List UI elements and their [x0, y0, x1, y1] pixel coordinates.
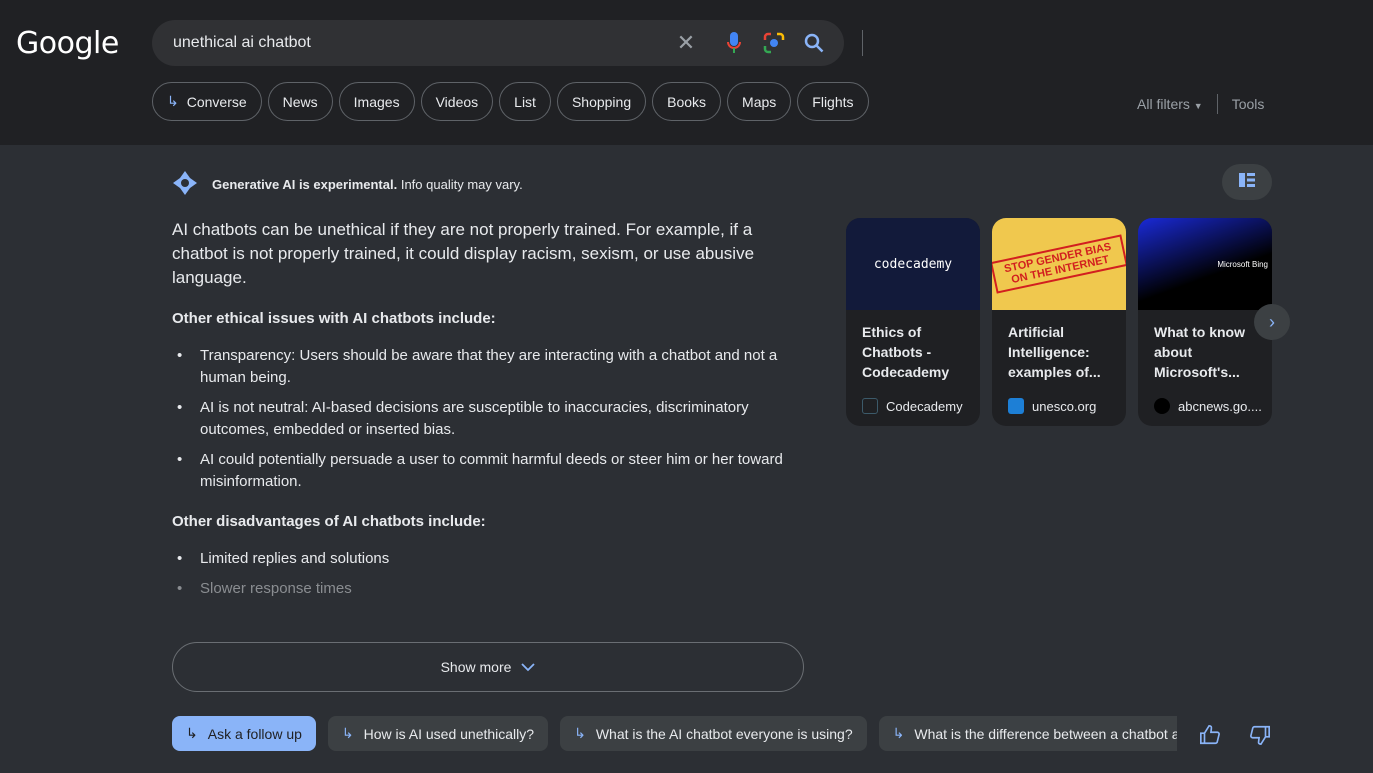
filter-tools: All filters ▼ Tools: [1137, 94, 1264, 114]
source-card[interactable]: codecademy Ethics of Chatbots - Codecade…: [846, 218, 980, 426]
tab-flights[interactable]: Flights: [797, 82, 869, 121]
tab-news[interactable]: News: [267, 82, 333, 121]
thumbs-up-icon[interactable]: [1199, 724, 1223, 748]
list-item: Slower response times: [172, 578, 812, 600]
show-more-button[interactable]: Show more: [172, 642, 804, 692]
microphone-icon[interactable]: [722, 31, 746, 55]
list-layout-icon: [1239, 172, 1255, 192]
tab-images[interactable]: Images: [338, 82, 415, 121]
ai-answer: AI chatbots can be unethical if they are…: [172, 218, 812, 608]
tab-books[interactable]: Books: [652, 82, 722, 121]
source-card[interactable]: Microsoft Bing What to know about Micros…: [1138, 218, 1272, 426]
followup-chip[interactable]: ↳ What is the difference between a chatbo…: [878, 716, 1177, 751]
gemini-sparkle-icon: [172, 170, 198, 199]
card-thumbnail: STOP GENDER BIAS ON THE INTERNET: [992, 218, 1126, 310]
tab-videos[interactable]: Videos: [420, 82, 494, 121]
search-input[interactable]: [173, 34, 653, 52]
card-thumbnail: Microsoft Bing: [1138, 218, 1272, 310]
tools-button[interactable]: Tools: [1232, 96, 1265, 112]
section-heading: Other disadvantages of AI chatbots inclu…: [172, 513, 486, 530]
next-cards-button[interactable]: ›: [1254, 304, 1290, 340]
disadvantages-list: Limited replies and solutions Slower res…: [172, 548, 812, 600]
reply-arrow-icon: ↳: [167, 93, 179, 109]
thumbs-down-icon[interactable]: [1249, 724, 1273, 748]
list-item: AI is not neutral: AI-based decisions ar…: [172, 397, 812, 441]
chevron-right-icon: ›: [1269, 311, 1275, 332]
abc-favicon-icon: [1154, 398, 1170, 414]
ai-notice: Generative AI is experimental. Info qual…: [172, 170, 523, 199]
divider: [1216, 94, 1218, 114]
ask-follow-up-button[interactable]: ↳ Ask a follow up: [172, 716, 316, 751]
header: Google ✕ ↳Converse News Images Videos Li…: [0, 0, 1373, 145]
chevron-down-icon: [521, 659, 536, 675]
ethical-issues-list: Transparency: Users should be aware that…: [172, 345, 812, 493]
reply-arrow-icon: ↳: [186, 725, 198, 741]
search-icon[interactable]: [802, 31, 826, 55]
all-filters-button[interactable]: All filters ▼: [1137, 96, 1203, 112]
answer-lead: AI chatbots can be unethical if they are…: [172, 220, 755, 287]
tab-shopping[interactable]: Shopping: [556, 82, 647, 121]
reply-arrow-icon: ↳: [574, 725, 586, 741]
tab-maps[interactable]: Maps: [727, 82, 792, 121]
card-thumbnail: codecademy: [846, 218, 980, 310]
lens-icon[interactable]: [762, 31, 786, 55]
search-tabs: ↳ Converse News Images Videos List Shoppi…: [152, 82, 869, 121]
source-card[interactable]: STOP GENDER BIAS ON THE INTERNET Artific…: [992, 218, 1126, 426]
section-heading: Other ethical issues with AI chatbots in…: [172, 310, 496, 327]
reply-arrow-icon: ↳: [341, 725, 354, 741]
list-item: Transparency: Users should be aware that…: [172, 345, 812, 389]
reply-arrow-icon: ↳: [892, 725, 905, 741]
unesco-favicon-icon: [1008, 398, 1024, 414]
followup-chips: ↳ Ask a follow up ↳ How is AI used unethic…: [172, 716, 1177, 751]
layout-toggle-button[interactable]: [1222, 164, 1272, 200]
caret-down-icon: ▼: [1193, 101, 1203, 111]
followup-chip[interactable]: ↳ How is AI used unethically?: [327, 716, 549, 751]
source-cards: codecademy Ethics of Chatbots - Codecade…: [846, 218, 1272, 426]
tab-converse[interactable]: ↳ Converse: [152, 82, 262, 121]
tab-list[interactable]: List: [499, 82, 551, 121]
list-item: Limited replies and solutions: [172, 548, 812, 570]
followup-chip[interactable]: ↳ What is the AI chatbot everyone is usin…: [560, 716, 867, 751]
google-logo[interactable]: Google: [16, 26, 119, 61]
list-item: AI could potentially persuade a user to …: [172, 449, 812, 493]
codecademy-favicon-icon: [862, 398, 878, 414]
divider: [862, 30, 863, 56]
search-bar: ✕: [152, 20, 863, 66]
clear-icon[interactable]: ✕: [674, 30, 698, 55]
